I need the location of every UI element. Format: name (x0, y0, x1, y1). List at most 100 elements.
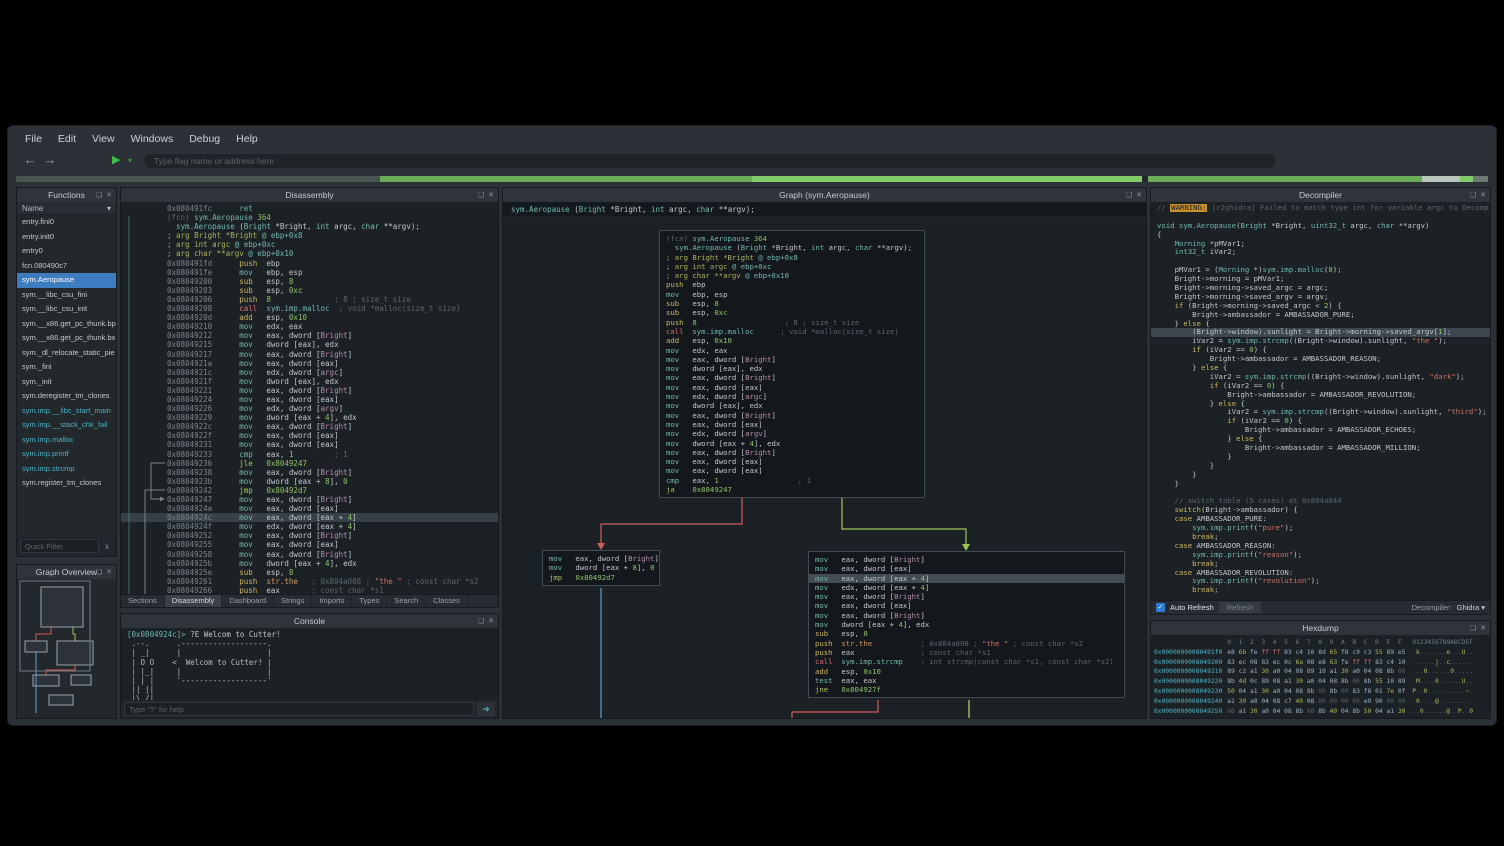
tab-sections[interactable]: Sections (121, 595, 165, 607)
function-item[interactable]: sym.__x86.get_pc_thunk.bp (17, 317, 116, 332)
graph-panel-header[interactable]: Graph (sym.Aeropause) ❏ ✕ (503, 188, 1146, 202)
disassembly-panel: Disassembly ❏ ✕ 0x080491fc ret(fcn) sym.… (120, 187, 499, 608)
menu-debug[interactable]: Debug (182, 131, 227, 147)
console-send-button[interactable]: ➜ (477, 702, 495, 716)
undock-icon[interactable]: ❏ (1470, 624, 1476, 632)
hexdump-panel-title: Hexdump (1302, 623, 1338, 633)
seek-bar[interactable] (16, 176, 1488, 182)
undock-icon[interactable]: ❏ (478, 191, 484, 199)
code-line: 0x08049200 sub esp, 8 (121, 277, 498, 286)
function-item[interactable]: sym._dl_relocate_static_pie (17, 346, 116, 361)
function-item[interactable]: sym.deregister_tm_clones (17, 389, 116, 404)
tab-types[interactable]: Types (352, 595, 387, 607)
close-icon[interactable]: ✕ (488, 617, 494, 625)
code-line: Bright->ambassador = AMBASSADOR_REASON; (1151, 355, 1490, 364)
seek-segment[interactable] (1148, 176, 1422, 182)
undock-icon[interactable]: ❏ (96, 568, 102, 576)
function-item[interactable]: sym.imp.__stack_chk_fail (17, 418, 116, 433)
function-item[interactable]: sym.register_tm_clones (17, 476, 116, 491)
address-input[interactable] (144, 154, 1276, 168)
seek-segment[interactable] (752, 176, 1142, 182)
graph-node-right[interactable]: mov eax, dword [Bright]mov eax, dword [e… (808, 551, 1125, 698)
graph-overview-minimap[interactable] (17, 579, 116, 718)
function-item[interactable]: sym.Aeropause (17, 273, 116, 288)
close-icon[interactable]: ✕ (106, 191, 112, 199)
function-item[interactable]: sym.imp.printf (17, 447, 116, 462)
menu-windows[interactable]: Windows (124, 131, 181, 147)
code-line: case AMBASSADOR_REVOLUTION: (1151, 569, 1490, 578)
seek-segment[interactable] (1422, 176, 1460, 182)
code-line: } (1151, 462, 1490, 471)
function-item[interactable]: sym.imp.__libc_start_main (17, 404, 116, 419)
filter-clear-button[interactable]: x (101, 539, 113, 553)
menu-help[interactable]: Help (229, 131, 265, 147)
function-item[interactable]: fcn.080490c7 (17, 259, 116, 274)
console-output[interactable]: [0x0804924c]> ?E Welcom to Cutter! .--. … (121, 628, 498, 700)
function-item[interactable]: sym.__libc_csu_init (17, 302, 116, 317)
forward-button[interactable]: → (42, 152, 58, 167)
functions-panel-header[interactable]: Functions ❏ ✕ (17, 188, 116, 202)
disassembly-panel-header[interactable]: Disassembly ❏ ✕ (121, 188, 498, 202)
continue-dropdown-icon[interactable]: ▾ (128, 156, 132, 165)
undock-icon[interactable]: ❏ (478, 617, 484, 625)
close-icon[interactable]: ✕ (106, 568, 112, 576)
decompiler-view[interactable]: // WARNING: [r2ghidra] Failed to match t… (1151, 202, 1490, 600)
code-line: break; (1151, 560, 1490, 569)
code-line: { (1151, 231, 1490, 240)
close-icon[interactable]: ✕ (488, 191, 494, 199)
functions-list[interactable]: entry.fini0entry.init0entry0fcn.080490c7… (17, 215, 116, 536)
tab-imports[interactable]: Imports (312, 595, 352, 607)
back-button[interactable]: ← (22, 152, 38, 167)
function-item[interactable]: sym.__x86.get_pc_thunk.bx (17, 331, 116, 346)
refresh-button[interactable]: Refresh (1219, 602, 1261, 613)
seek-segment[interactable] (1460, 176, 1473, 182)
console-panel-header[interactable]: Console ❏ ✕ (121, 614, 498, 628)
graph-node-entry[interactable]: (fcn) sym.Aeropause 364 sym.Aeropause (B… (659, 230, 925, 498)
seek-segment[interactable] (16, 176, 380, 182)
jump-arrows-graphic (121, 202, 167, 594)
console-input[interactable] (124, 702, 474, 716)
undock-icon[interactable]: ❏ (1126, 191, 1132, 199)
functions-panel-title: Functions (48, 190, 85, 200)
code-line: mov eax, dword [eax] (660, 457, 924, 466)
function-item[interactable]: sym.__libc_csu_fini (17, 288, 116, 303)
undock-icon[interactable]: ❏ (1470, 191, 1476, 199)
function-item[interactable]: entry.fini0 (17, 215, 116, 230)
tab-disassembly[interactable]: Disassembly (165, 595, 223, 607)
decompiler-panel-header[interactable]: Decompiler ❏ ✕ (1151, 188, 1490, 202)
disassembly-view[interactable]: 0x080491fc ret(fcn) sym.Aeropause 364 sy… (121, 202, 498, 594)
tab-search[interactable]: Search (387, 595, 426, 607)
close-icon[interactable]: ✕ (1136, 191, 1142, 199)
menu-file[interactable]: File (18, 131, 49, 147)
function-item[interactable]: entry0 (17, 244, 116, 259)
menu-view[interactable]: View (85, 131, 122, 147)
auto-refresh-checkbox[interactable]: ✓ (1156, 603, 1165, 612)
seek-segment[interactable] (380, 176, 752, 182)
undock-icon[interactable]: ❏ (96, 191, 102, 199)
hexdump-view[interactable]: 0 1 2 3 4 5 6 7 8 9 A B C D E F 01234567… (1151, 635, 1490, 718)
graph-overview-header[interactable]: Graph Overview ❏ ✕ (17, 565, 116, 579)
tab-dashboard[interactable]: Dashboard (222, 595, 274, 607)
code-line: 0x08049229 mov dword [eax + 4], edx (121, 413, 498, 422)
graph-node-left[interactable]: mov eax, dword [Bright]mov dword [eax + … (542, 550, 660, 586)
console-panel: Console ❏ ✕ [0x0804924c]> ?E Welcom to C… (120, 613, 499, 719)
continue-button[interactable]: ▶ (112, 153, 120, 166)
quick-filter-input[interactable] (20, 539, 99, 553)
close-icon[interactable]: ✕ (1480, 191, 1486, 199)
function-item[interactable]: sym.imp.malloc (17, 433, 116, 448)
graph-canvas[interactable]: (fcn) sym.Aeropause 364 sym.Aeropause (B… (503, 217, 1146, 718)
function-item[interactable]: sym.imp.strcmp (17, 462, 116, 477)
close-icon[interactable]: ✕ (1480, 624, 1486, 632)
function-item[interactable]: sym._fini (17, 360, 116, 375)
hexdump-panel-header[interactable]: Hexdump ❏ ✕ (1151, 621, 1490, 635)
tab-classes[interactable]: Classes (426, 595, 468, 607)
seek-segment[interactable] (1473, 176, 1488, 182)
menu-edit[interactable]: Edit (51, 131, 83, 147)
functions-column-header[interactable]: Name ▾ (17, 202, 116, 215)
code-line: if (iVar2 == 0) { (1151, 346, 1490, 355)
function-item[interactable]: entry.init0 (17, 230, 116, 245)
function-item[interactable]: sym._init (17, 375, 116, 390)
decompiler-select[interactable]: Ghidra ▾ (1457, 603, 1485, 612)
code-line: push eax ; const char *s1 (809, 648, 1124, 657)
tab-strings[interactable]: Strings (274, 595, 312, 607)
